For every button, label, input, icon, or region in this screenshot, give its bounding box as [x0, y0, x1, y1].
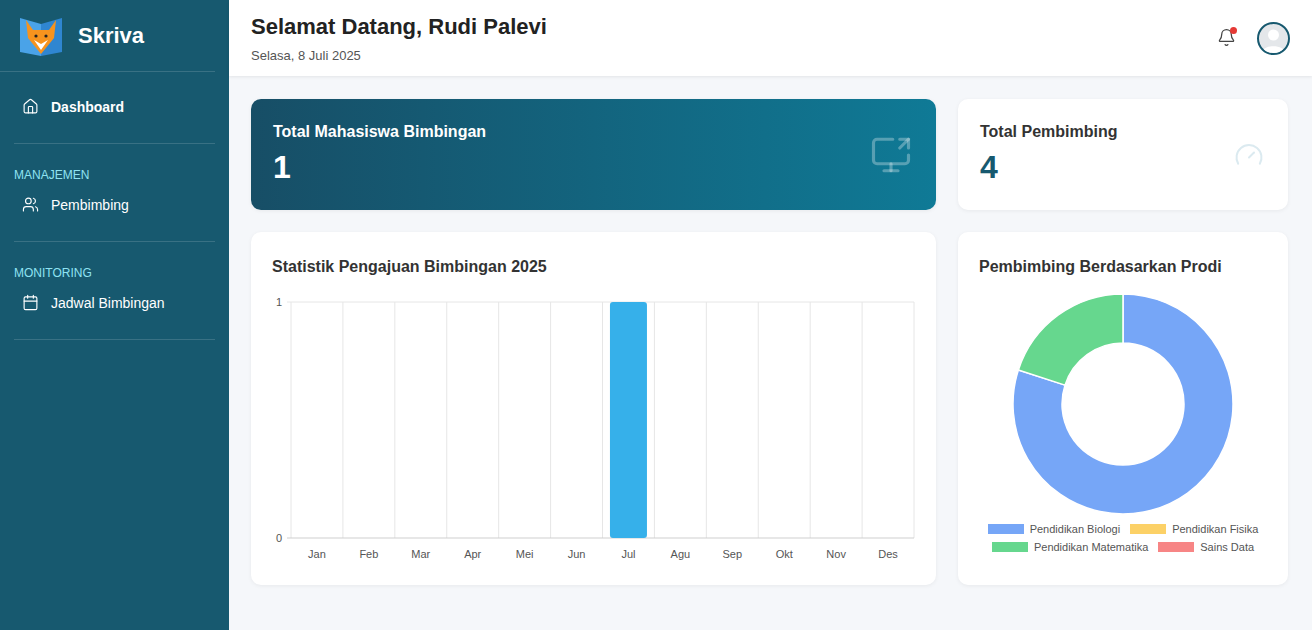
nav-icon [22, 294, 39, 311]
sidebar: Skriva Dashboard MANAJEMEN Pembimbing MONITO… [0, 0, 229, 630]
app-shell: Skriva Dashboard MANAJEMEN Pembimbing MONITO… [0, 0, 1312, 630]
bar-chart: 0 1 Jan Feb Mar Apr Mei Jun Jul Agu Sep Okt Nov Des [272, 290, 915, 570]
bar-chart-card: Statistik Pengajuan Bimbingan 2025 0 1 Jan F… [251, 232, 936, 585]
notification-button[interactable] [1217, 28, 1237, 48]
nav-icon [22, 196, 39, 213]
stat-label: Total Mahasiswa Bimbingan [273, 123, 486, 141]
unread-dot [1230, 27, 1237, 34]
legend-item[interactable]: Pendidikan Fisika [1130, 523, 1258, 535]
logo[interactable]: Skriva [0, 0, 215, 72]
chart-title: Pembimbing Berdasarkan Prodi [979, 258, 1267, 276]
donut-slice[interactable] [1013, 294, 1233, 514]
donut-slice[interactable] [1018, 294, 1123, 385]
date: Selasa, 8 Juli 2025 [251, 48, 547, 63]
chart-legend: Pendidikan Biologi Pendidikan Fisika Pendi… [979, 523, 1267, 553]
stat-card: Total Mahasiswa Bimbingan 1 [251, 99, 936, 210]
nav-section: MANAJEMEN Pembimbing [14, 144, 215, 242]
legend-swatch [1158, 542, 1194, 552]
stat-label: Total Pembimbing [980, 123, 1117, 141]
stat-card: Total Pembimbing 4 [958, 99, 1288, 210]
avatar[interactable] [1257, 22, 1290, 55]
x-label: Mei [516, 548, 534, 560]
logo-icon [18, 14, 64, 58]
page-title: Selamat Datang, Rudi Palevi [251, 14, 547, 40]
legend-item[interactable]: Sains Data [1158, 541, 1254, 553]
x-label: Agu [671, 548, 691, 560]
nav-section: MONITORING Jadwal Bimbingan [14, 242, 215, 340]
x-label: Jun [568, 548, 586, 560]
x-label: Jan [308, 548, 326, 560]
legend-item[interactable]: Pendidikan Matematika [992, 541, 1148, 553]
header: Selamat Datang, Rudi Palevi Selasa, 8 Jul… [229, 0, 1312, 76]
sidebar-item[interactable]: Jadwal Bimbingan [14, 290, 215, 315]
legend-swatch [988, 524, 1024, 534]
sidebar-item[interactable]: Pembimbing [14, 192, 215, 217]
legend-swatch [992, 542, 1028, 552]
y-tick: 0 [276, 532, 282, 544]
legend-item[interactable]: Pendidikan Biologi [988, 523, 1121, 535]
x-label: Jul [621, 548, 635, 560]
bar[interactable] [610, 302, 647, 538]
legend-swatch [1130, 524, 1166, 534]
chart-title: Statistik Pengajuan Bimbingan 2025 [272, 258, 915, 276]
nav-section: Dashboard [14, 72, 215, 144]
x-label: Apr [464, 548, 481, 560]
donut-chart-card: Pembimbing Berdasarkan Prodi Pendidikan B… [958, 232, 1288, 585]
main: Selamat Datang, Rudi Palevi Selasa, 8 Jul… [229, 0, 1312, 630]
donut-chart [1012, 293, 1234, 515]
y-tick: 1 [276, 296, 282, 308]
stat-value: 4 [980, 149, 1117, 186]
x-label: Nov [826, 548, 846, 560]
nav-heading: MONITORING [14, 264, 215, 280]
stat-value: 1 [273, 149, 486, 186]
dashboard-content: Total Mahasiswa Bimbingan 1 Total Pembimbi… [229, 76, 1312, 630]
x-label: Sep [723, 548, 743, 560]
x-label: Okt [776, 548, 793, 560]
upload-screen-icon [870, 134, 912, 176]
app-name: Skriva [78, 23, 144, 49]
nav-icon [22, 98, 39, 115]
user-avatar-icon [1259, 24, 1288, 53]
gauge-icon [1234, 140, 1264, 170]
sidebar-item[interactable]: Dashboard [14, 94, 215, 119]
nav-heading: MANAJEMEN [14, 166, 215, 182]
x-label: Feb [359, 548, 378, 560]
x-label: Mar [411, 548, 430, 560]
x-label: Des [878, 548, 898, 560]
